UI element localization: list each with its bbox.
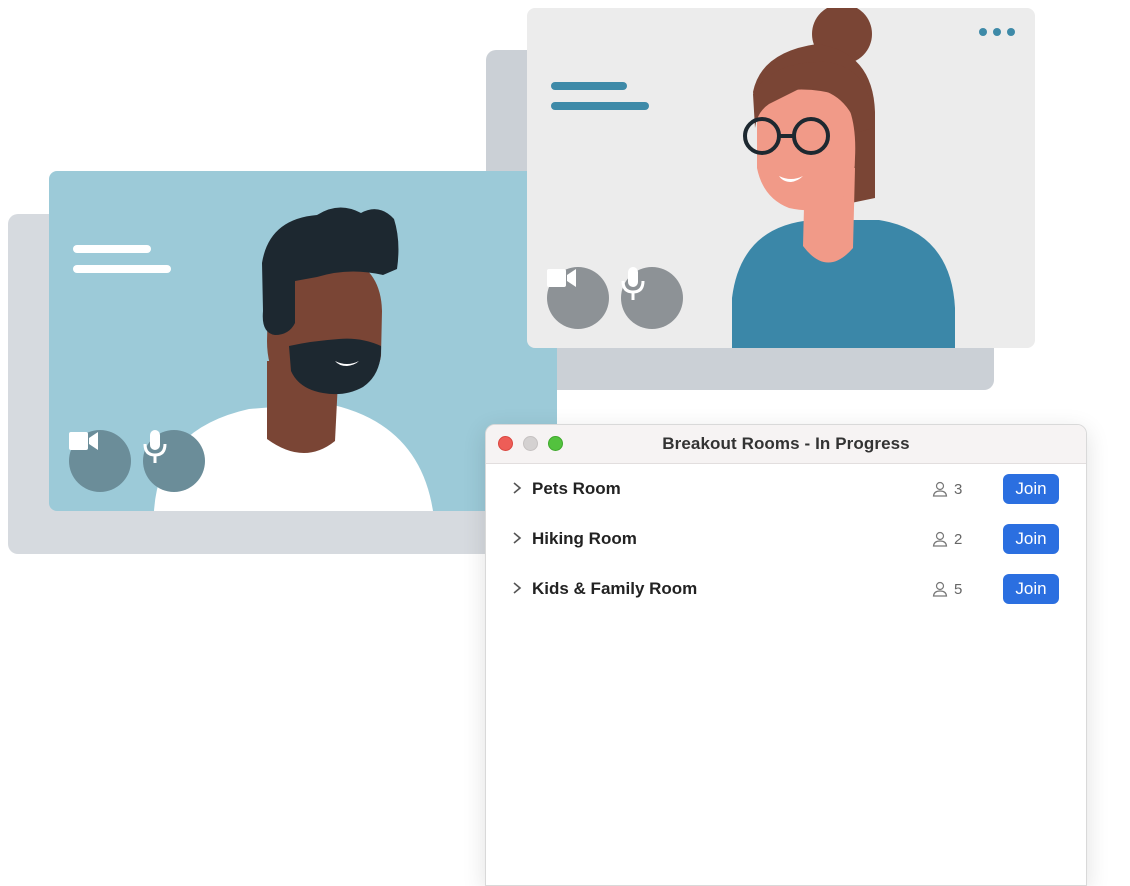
name-placeholder-lines — [551, 82, 649, 122]
room-row[interactable]: Kids & Family Room 5 Join — [486, 564, 1086, 614]
name-placeholder-lines — [73, 245, 171, 285]
window-titlebar: Breakout Rooms - In Progress — [486, 425, 1086, 464]
minimize-window-button[interactable] — [523, 436, 538, 451]
video-camera-icon — [547, 269, 576, 287]
microphone-icon — [621, 267, 645, 300]
participant-count: 2 — [932, 531, 962, 548]
room-name: Hiking Room — [532, 529, 637, 548]
video-tile-woman — [527, 8, 1035, 348]
window-title: Breakout Rooms - In Progress — [662, 434, 910, 453]
close-window-button[interactable] — [498, 436, 513, 451]
participant-count-value: 3 — [954, 480, 963, 498]
participant-count-value: 2 — [954, 530, 963, 548]
participant-count: 5 — [932, 581, 962, 598]
chevron-right-icon[interactable] — [510, 479, 524, 497]
participant-count-value: 5 — [954, 580, 963, 598]
camera-button[interactable] — [547, 267, 609, 329]
room-row[interactable]: Hiking Room 2 Join — [486, 514, 1086, 564]
person-icon — [932, 581, 948, 597]
join-button[interactable]: Join — [1003, 524, 1059, 554]
room-name: Kids & Family Room — [532, 579, 698, 598]
video-tile-man — [49, 171, 557, 511]
participant-count: 3 — [932, 481, 962, 498]
breakout-room-list: Pets Room 3 Join Hiking Room 2 Join Kids… — [486, 464, 1086, 614]
microphone-button[interactable] — [143, 430, 205, 492]
video-camera-icon — [69, 432, 98, 450]
person-icon — [932, 531, 948, 547]
join-button[interactable]: Join — [1003, 474, 1059, 504]
breakout-rooms-window: Breakout Rooms - In Progress Pets Room 3… — [485, 424, 1087, 886]
window-controls — [498, 436, 563, 451]
chevron-right-icon[interactable] — [510, 579, 524, 597]
more-dots-icon[interactable] — [979, 28, 1015, 36]
person-icon — [932, 481, 948, 497]
chevron-right-icon[interactable] — [510, 529, 524, 547]
camera-button[interactable] — [69, 430, 131, 492]
room-row[interactable]: Pets Room 3 Join — [486, 464, 1086, 514]
join-button[interactable]: Join — [1003, 574, 1059, 604]
microphone-button[interactable] — [621, 267, 683, 329]
zoom-window-button[interactable] — [548, 436, 563, 451]
room-name: Pets Room — [532, 479, 621, 498]
microphone-icon — [143, 430, 167, 463]
